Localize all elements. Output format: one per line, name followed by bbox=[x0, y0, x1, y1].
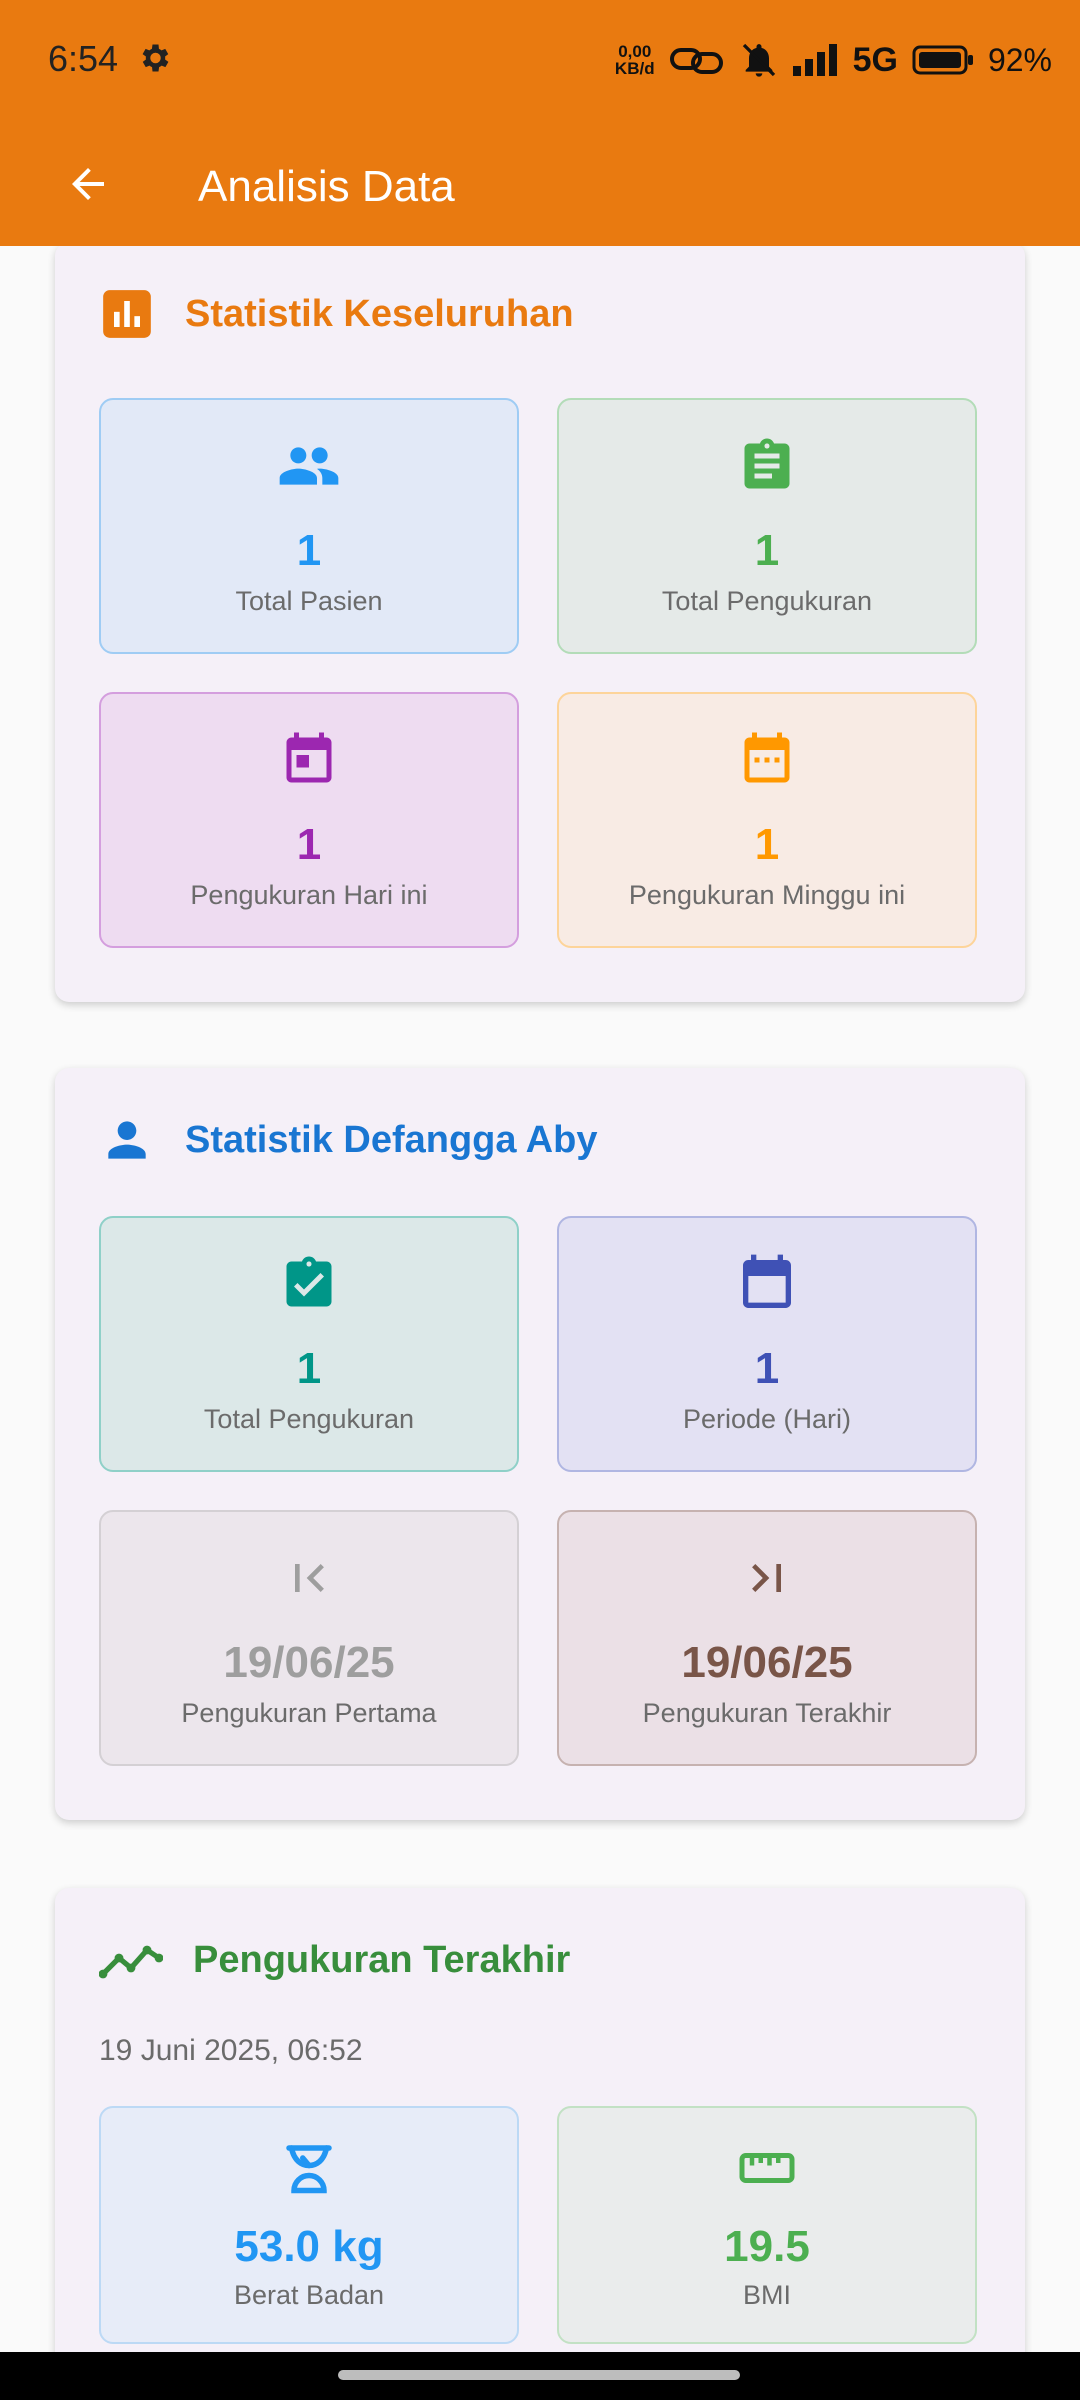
measurement-datetime: 19 Juni 2025, 06:52 bbox=[99, 2034, 363, 2067]
tile-total-pasien: 1 Total Pasien bbox=[99, 398, 519, 654]
tile-label: Berat Badan bbox=[233, 2280, 385, 2310]
gear-icon bbox=[142, 44, 169, 72]
tile-value: 1 bbox=[296, 526, 322, 575]
link-icon bbox=[669, 48, 723, 74]
tile-label: BMI bbox=[742, 2280, 791, 2310]
system-nav-bar bbox=[0, 2352, 1080, 2400]
tile-bmi: 19.5 BMI bbox=[557, 2106, 977, 2344]
tile-total-pengukuran: 1 Total Pengukuran bbox=[557, 398, 977, 654]
latest-measurement-header: Pengukuran Terakhir bbox=[99, 1932, 570, 1988]
trending-up-icon bbox=[99, 1932, 163, 1988]
patient-stats-card: Statistik Defangga Aby 1 Total Pengukura… bbox=[55, 1068, 1025, 1820]
tile-label: Pengukuran Hari ini bbox=[190, 880, 428, 910]
page-title: Analisis Data bbox=[198, 162, 455, 211]
tile-total-pengukuran-pasien: 1 Total Pengukuran bbox=[99, 1216, 519, 1472]
people-icon bbox=[101, 436, 517, 496]
date-range-icon bbox=[559, 730, 975, 790]
net-speed-value: 0,00 bbox=[618, 42, 652, 61]
signal-icon bbox=[792, 44, 837, 76]
app-bar: Analisis Data bbox=[0, 122, 1080, 246]
tile-value: 1 bbox=[754, 1344, 780, 1393]
status-time: 6:54 bbox=[48, 38, 119, 79]
event-today-icon bbox=[101, 730, 517, 790]
overall-stats-card: Statistik Keseluruhan 1 Total Pasien 1 T… bbox=[55, 246, 1025, 1002]
tile-pengukuran-terakhir: 19/06/25 Pengukuran Terakhir bbox=[557, 1510, 977, 1766]
assignment-icon bbox=[559, 436, 975, 496]
tile-value: 19/06/25 bbox=[223, 1638, 395, 1687]
net-speed: 0,00 KB/d bbox=[615, 43, 655, 77]
network-type: 5G bbox=[852, 40, 898, 79]
tile-label: Total Pengukuran bbox=[661, 586, 873, 616]
tile-label: Total Pengukuran bbox=[203, 1404, 415, 1434]
card-title: Statistik Defangga Aby bbox=[185, 1118, 598, 1161]
battery-icon bbox=[912, 45, 973, 75]
arrow-back-icon bbox=[72, 168, 104, 200]
tile-label: Periode (Hari) bbox=[682, 1404, 852, 1434]
tile-pengukuran-hari-ini: 1 Pengukuran Hari ini bbox=[99, 692, 519, 948]
person-icon bbox=[99, 1112, 155, 1168]
tile-value: 1 bbox=[296, 820, 322, 869]
home-gesture-handle[interactable] bbox=[338, 2370, 740, 2380]
mute-icon bbox=[742, 43, 775, 77]
tile-value: 53.0 kg bbox=[234, 2222, 384, 2271]
battery-percent: 92% bbox=[987, 41, 1052, 78]
tile-label: Pengukuran Terakhir bbox=[642, 1698, 892, 1728]
bar-chart-icon bbox=[99, 286, 155, 342]
patient-stats-header: Statistik Defangga Aby bbox=[99, 1112, 597, 1168]
first-page-icon bbox=[101, 1548, 517, 1608]
tile-value: 19/06/25 bbox=[681, 1638, 853, 1687]
last-page-icon bbox=[559, 1548, 975, 1608]
card-title: Statistik Keseluruhan bbox=[185, 292, 574, 335]
assignment-check-icon bbox=[101, 1254, 517, 1314]
overall-stats-header: Statistik Keseluruhan bbox=[99, 286, 574, 342]
tile-label: Pengukuran Pertama bbox=[181, 1698, 437, 1728]
tile-label: Total Pasien bbox=[235, 586, 383, 616]
tile-label: Pengukuran Minggu ini bbox=[628, 880, 906, 910]
tile-berat-badan: 53.0 kg Berat Badan bbox=[99, 2106, 519, 2344]
tile-value: 19.5 bbox=[724, 2222, 810, 2271]
status-bar: 6:54 0,00 KB/d 5G 92% bbox=[0, 0, 1080, 122]
back-button[interactable] bbox=[48, 144, 128, 224]
tile-value: 1 bbox=[296, 1344, 322, 1393]
status-icons: 0,00 KB/d 5G 92% bbox=[615, 34, 1052, 86]
tile-pengukuran-pertama: 19/06/25 Pengukuran Pertama bbox=[99, 1510, 519, 1766]
latest-measurement-card: Pengukuran Terakhir 19 Juni 2025, 06:52 … bbox=[55, 1888, 1025, 2352]
ruler-icon bbox=[559, 2138, 975, 2198]
scale-icon bbox=[101, 2138, 517, 2198]
scroll-content[interactable]: Statistik Keseluruhan 1 Total Pasien 1 T… bbox=[0, 246, 1080, 2352]
tile-value: 1 bbox=[754, 526, 780, 575]
tile-pengukuran-minggu-ini: 1 Pengukuran Minggu ini bbox=[557, 692, 977, 948]
card-title: Pengukuran Terakhir bbox=[193, 1938, 571, 1981]
tile-value: 1 bbox=[754, 820, 780, 869]
net-speed-unit: KB/d bbox=[614, 59, 655, 78]
calendar-icon bbox=[559, 1254, 975, 1314]
tile-periode-hari: 1 Periode (Hari) bbox=[557, 1216, 977, 1472]
